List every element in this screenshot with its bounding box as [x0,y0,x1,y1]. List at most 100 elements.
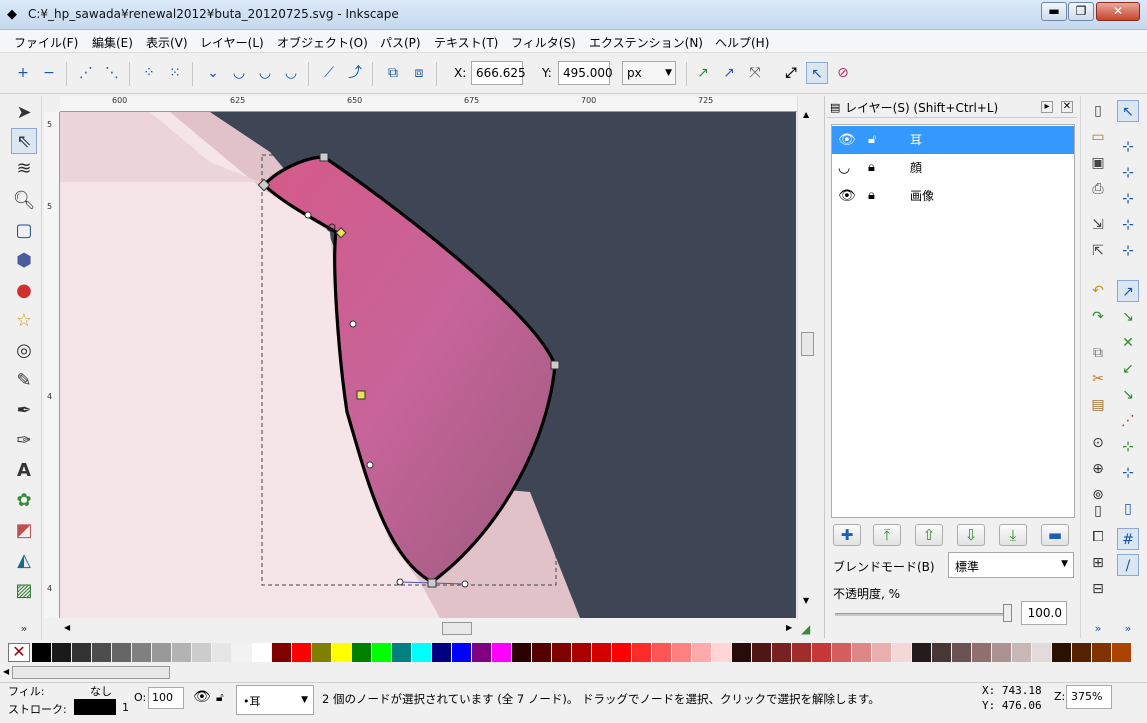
node-tool-icon[interactable]: ⇖ [11,128,37,154]
y-coordinate-field[interactable]: 495.000 [558,61,613,85]
color-swatch[interactable] [552,643,571,662]
color-swatch[interactable] [1052,643,1071,662]
horizontal-scroll-thumb[interactable] [442,622,472,635]
new-document-icon[interactable]: ▯ [1087,100,1109,122]
eye-icon[interactable]: 👁︎ [838,182,856,210]
opacity-spin-field[interactable]: 100 [148,687,184,709]
ungroup-icon[interactable]: ⊟ [1087,578,1109,600]
show-transform-icon[interactable]: ⤢ [780,62,802,84]
eye-closed-icon[interactable]: ◡ [838,154,850,182]
color-swatch[interactable] [872,643,891,662]
color-swatch[interactable] [172,643,191,662]
text-tool-icon[interactable]: A [11,458,37,484]
menu-extensions[interactable]: エクステンション(N) [589,34,703,51]
opacity-slider-thumb[interactable] [1003,604,1012,622]
color-swatch[interactable] [252,643,271,662]
blend-mode-select[interactable]: 標準 ▼ [948,552,1074,578]
snap-bbox-midpoint-icon[interactable]: ⊹ [1117,214,1139,236]
color-swatch[interactable] [832,643,851,662]
color-swatch[interactable] [852,643,871,662]
open-icon[interactable]: ▭ [1087,126,1109,148]
current-layer-select[interactable]: •耳 ▼ [236,685,314,715]
insert-node-icon[interactable]: + [12,62,34,84]
color-swatch[interactable] [32,643,51,662]
color-swatch[interactable] [812,643,831,662]
unit-select[interactable]: px ▼ [622,61,676,85]
color-swatch[interactable] [792,643,811,662]
layer-row[interactable]: 👁︎ 🔒︎ 画像 [832,182,1074,210]
color-swatch[interactable] [652,643,671,662]
color-swatch[interactable] [52,643,71,662]
snap-toggle-icon[interactable]: ↖ [1117,100,1139,122]
color-swatch[interactable] [1112,643,1131,662]
palette-scrollbar[interactable]: ◀ [0,664,1147,682]
layer-row[interactable]: 👁︎ 🔓︎ 耳 [832,126,1074,154]
color-swatch[interactable] [92,643,111,662]
color-swatch[interactable] [312,643,331,662]
pencil-tool-icon[interactable]: ✎ [11,368,37,394]
minimize-button[interactable]: ▬ [1041,2,1067,21]
delete-segment-icon[interactable]: ⁙ [164,62,186,84]
x-coordinate-field[interactable]: 666.625 [471,61,526,85]
menu-path[interactable]: パス(P) [380,34,421,51]
zoom-field[interactable]: 375% [1066,685,1112,709]
pen-tool-icon[interactable]: ✒ [11,398,37,424]
copy-icon[interactable]: ⧉ [1087,342,1109,364]
color-swatch[interactable] [712,643,731,662]
color-swatch[interactable] [1012,643,1031,662]
color-swatch[interactable] [692,643,711,662]
color-swatch[interactable] [932,643,951,662]
spray-tool-icon[interactable]: ✿ [11,488,37,514]
snap-center-icon[interactable]: ⊹ [1117,436,1139,458]
drawing-canvas[interactable] [60,112,796,618]
lower-to-bottom-button[interactable]: ⤓ [999,524,1027,546]
raise-to-top-button[interactable]: ⤒ [873,524,901,546]
remove-layer-button[interactable]: ▬ [1041,524,1069,546]
spiral-tool-icon[interactable]: ◎ [11,338,37,364]
stroke-to-path-icon[interactable]: ⧈ [408,62,430,84]
star-tool-icon[interactable]: ☆ [11,308,37,334]
node-cusp-icon[interactable]: ⌄ [202,62,224,84]
more-snap-icon[interactable]: » [1117,618,1139,640]
node-handle[interactable] [461,580,469,588]
menu-object[interactable]: オブジェクト(O) [277,34,368,51]
selector-tool-icon[interactable]: ➤ [11,100,37,126]
color-swatch[interactable] [332,643,351,662]
color-swatch[interactable] [672,643,691,662]
menu-help[interactable]: ヘルプ(H) [715,34,769,51]
scroll-up-icon[interactable]: ▲ [803,110,809,119]
color-swatch[interactable] [972,643,991,662]
snap-page-icon[interactable]: ▯ [1117,498,1139,520]
color-swatch[interactable] [452,643,471,662]
lock-icon[interactable]: 🔒︎ [868,182,875,210]
node-smooth-icon[interactable]: ◡ [228,62,250,84]
clone-icon[interactable]: ⧠ [1087,526,1109,548]
snap-bbox-center-icon[interactable]: ⊹ [1117,240,1139,262]
color-swatch[interactable] [632,643,651,662]
snap-paths-icon[interactable]: ↘ [1117,306,1139,328]
calligraphy-tool-icon[interactable]: ✑ [11,428,37,454]
color-swatch[interactable] [272,643,291,662]
color-swatch[interactable] [732,643,751,662]
no-paint-swatch[interactable]: ✕ [8,643,30,662]
raise-layer-button[interactable]: ⇧ [915,524,943,546]
color-swatch[interactable] [192,643,211,662]
show-clippath-icon[interactable]: ⤧ [744,62,766,84]
path-node[interactable] [319,152,329,162]
menu-filters[interactable]: フィルタ(S) [511,34,576,51]
zoom-tool-icon[interactable]: 🔍︎ [11,188,37,214]
node-tool-mode-icon[interactable]: ↖ [806,62,828,84]
eraser-tool-icon[interactable]: ◩ [11,518,37,544]
color-swatch[interactable] [572,643,591,662]
scroll-left-icon[interactable]: ◀ [64,623,70,632]
ellipse-tool-icon[interactable]: ● [11,278,37,304]
maximize-button[interactable]: ❐ [1068,2,1094,21]
zoom-drawing-icon[interactable]: ⊕ [1087,458,1109,480]
color-swatch[interactable] [952,643,971,662]
color-swatch[interactable] [1032,643,1051,662]
export-icon[interactable]: ⇱ [1087,240,1109,262]
object-to-path-icon[interactable]: ⧉ [382,62,404,84]
join-segment-icon[interactable]: ⁘ [138,62,160,84]
zoom-selection-icon[interactable]: ⊙ [1087,432,1109,454]
add-layer-button[interactable]: ✚ [833,524,861,546]
